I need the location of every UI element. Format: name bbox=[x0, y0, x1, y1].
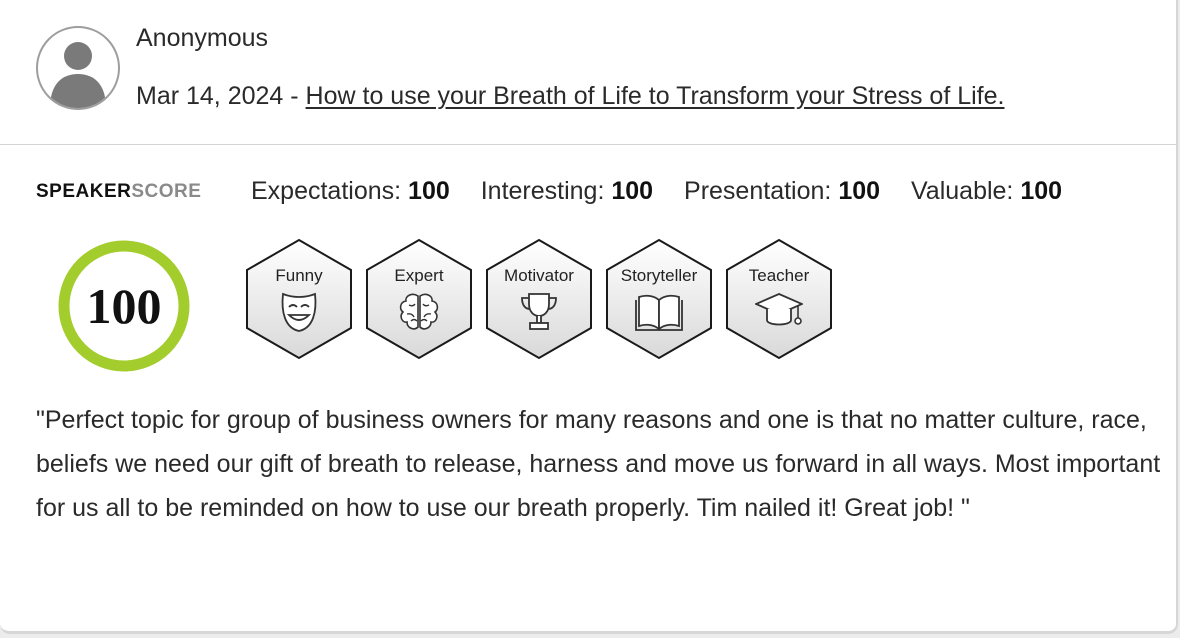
metric-label: Presentation: bbox=[684, 177, 832, 205]
score-metrics: Expectations: 100 Interesting: 100 Prese… bbox=[251, 177, 1086, 206]
review-date: Mar 14, 2024 bbox=[136, 82, 284, 110]
metric-expectations: Expectations: 100 bbox=[251, 177, 450, 205]
graduation-cap-icon bbox=[755, 293, 803, 326]
metric-label: Expectations: bbox=[251, 177, 402, 205]
person-silhouette-icon bbox=[50, 42, 106, 108]
theater-mask-icon bbox=[281, 292, 317, 332]
review-card: Anonymous Mar 14, 2024 - How to use your… bbox=[0, 0, 1178, 634]
badge-funny: Funny bbox=[245, 238, 353, 360]
avatar bbox=[36, 26, 120, 110]
metric-label: Valuable: bbox=[910, 177, 1014, 205]
metric-label: Interesting: bbox=[480, 177, 605, 205]
total-score: 100 bbox=[86, 278, 162, 334]
author-name: Anonymous bbox=[136, 24, 269, 52]
badge-label: Motivator bbox=[504, 266, 574, 285]
brain-icon bbox=[399, 293, 439, 330]
open-book-icon bbox=[635, 294, 683, 331]
badge-expert: Expert bbox=[365, 238, 473, 360]
metric-value: 100 bbox=[1020, 177, 1063, 205]
badge-label: Storyteller bbox=[620, 266, 698, 285]
review-header: Anonymous Mar 14, 2024 - How to use your… bbox=[0, 0, 1176, 144]
badge-label: Funny bbox=[275, 266, 323, 285]
metric-valuable: Valuable: 100 bbox=[911, 177, 1062, 205]
metric-presentation: Presentation: 100 bbox=[684, 177, 880, 205]
meta-separator: - bbox=[283, 82, 306, 110]
badge-label: Teacher bbox=[748, 266, 810, 285]
divider bbox=[0, 144, 1176, 145]
badge-motivator: Motivator bbox=[485, 238, 593, 360]
badge-storyteller: Storyteller bbox=[605, 238, 713, 360]
talk-title-link[interactable]: How to use your Breath of Life to Transf… bbox=[306, 82, 1005, 110]
review-meta: Mar 14, 2024 - How to use your Breath of… bbox=[136, 82, 1004, 111]
trophy-icon bbox=[521, 293, 557, 330]
metric-value: 100 bbox=[611, 177, 654, 205]
brand-part-speaker: SPEAKER bbox=[36, 181, 132, 202]
speakerscore-logo: SPEAKERSCORE bbox=[36, 181, 201, 203]
review-comment: "Perfect topic for group of business own… bbox=[36, 406, 1161, 522]
brand-part-score: SCORE bbox=[131, 181, 202, 202]
badge-teacher: Teacher bbox=[725, 238, 833, 360]
metric-value: 100 bbox=[838, 177, 881, 205]
metric-value: 100 bbox=[408, 177, 450, 205]
metric-interesting: Interesting: 100 bbox=[481, 177, 653, 205]
badge-label: Expert bbox=[394, 266, 444, 285]
